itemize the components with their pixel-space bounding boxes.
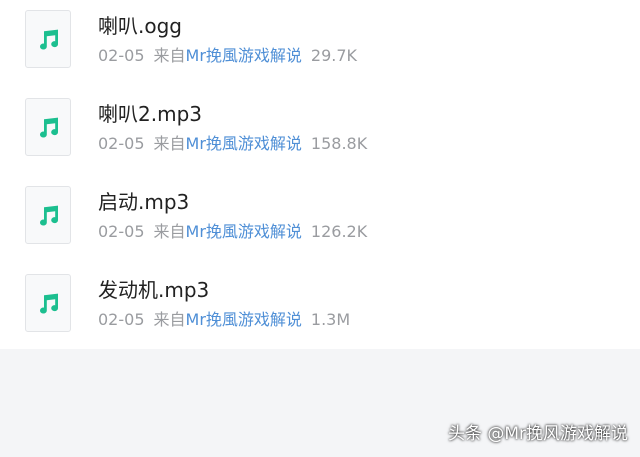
file-item[interactable]: 启动.mp3 02-05 来自Mr挽風游戏解说 126.2K: [0, 176, 640, 264]
file-name: 喇叭.ogg: [98, 14, 182, 38]
file-meta: 02-05 来自Mr挽風游戏解说 1.3M: [98, 309, 350, 331]
file-item[interactable]: 喇叭2.mp3 02-05 来自Mr挽風游戏解说 158.8K: [0, 88, 640, 176]
file-list: 喇叭.ogg 02-05 来自Mr挽風游戏解说 29.7K 喇叭2.mp3 02-0…: [0, 0, 640, 349]
music-note-icon: [25, 10, 71, 68]
file-item[interactable]: 喇叭.ogg 02-05 来自Mr挽風游戏解说 29.7K: [0, 0, 640, 88]
file-size: 1.3M: [310, 310, 351, 329]
file-source-prefix: 来自: [153, 46, 186, 65]
file-source-prefix: 来自: [153, 222, 186, 241]
file-source-prefix: 来自: [153, 310, 186, 329]
file-meta: 02-05 来自Mr挽風游戏解说 29.7K: [98, 45, 357, 67]
file-channel-link[interactable]: Mr挽風游戏解说: [186, 310, 302, 329]
file-date: 02-05: [98, 46, 145, 65]
file-item[interactable]: 发动机.mp3 02-05 来自Mr挽風游戏解说 1.3M: [0, 264, 640, 352]
watermark: 头条 @Mr挽风游戏解说: [447, 424, 628, 444]
music-note-icon: [25, 274, 71, 332]
file-name: 喇叭2.mp3: [98, 102, 202, 126]
file-meta: 02-05 来自Mr挽風游戏解说 126.2K: [98, 221, 367, 243]
file-channel-link[interactable]: Mr挽風游戏解说: [186, 46, 302, 65]
file-date: 02-05: [98, 222, 145, 241]
music-note-icon: [25, 98, 71, 156]
file-channel-link[interactable]: Mr挽風游戏解说: [186, 134, 302, 153]
file-size: 126.2K: [310, 222, 368, 241]
file-meta: 02-05 来自Mr挽風游戏解说 158.8K: [98, 133, 367, 155]
file-size: 29.7K: [310, 46, 358, 65]
file-name: 发动机.mp3: [98, 278, 210, 302]
file-date: 02-05: [98, 310, 145, 329]
file-size: 158.8K: [310, 134, 368, 153]
file-source-prefix: 来自: [153, 134, 186, 153]
file-name: 启动.mp3: [98, 190, 190, 214]
music-note-icon: [25, 186, 71, 244]
file-date: 02-05: [98, 134, 145, 153]
file-channel-link[interactable]: Mr挽風游戏解说: [186, 222, 302, 241]
